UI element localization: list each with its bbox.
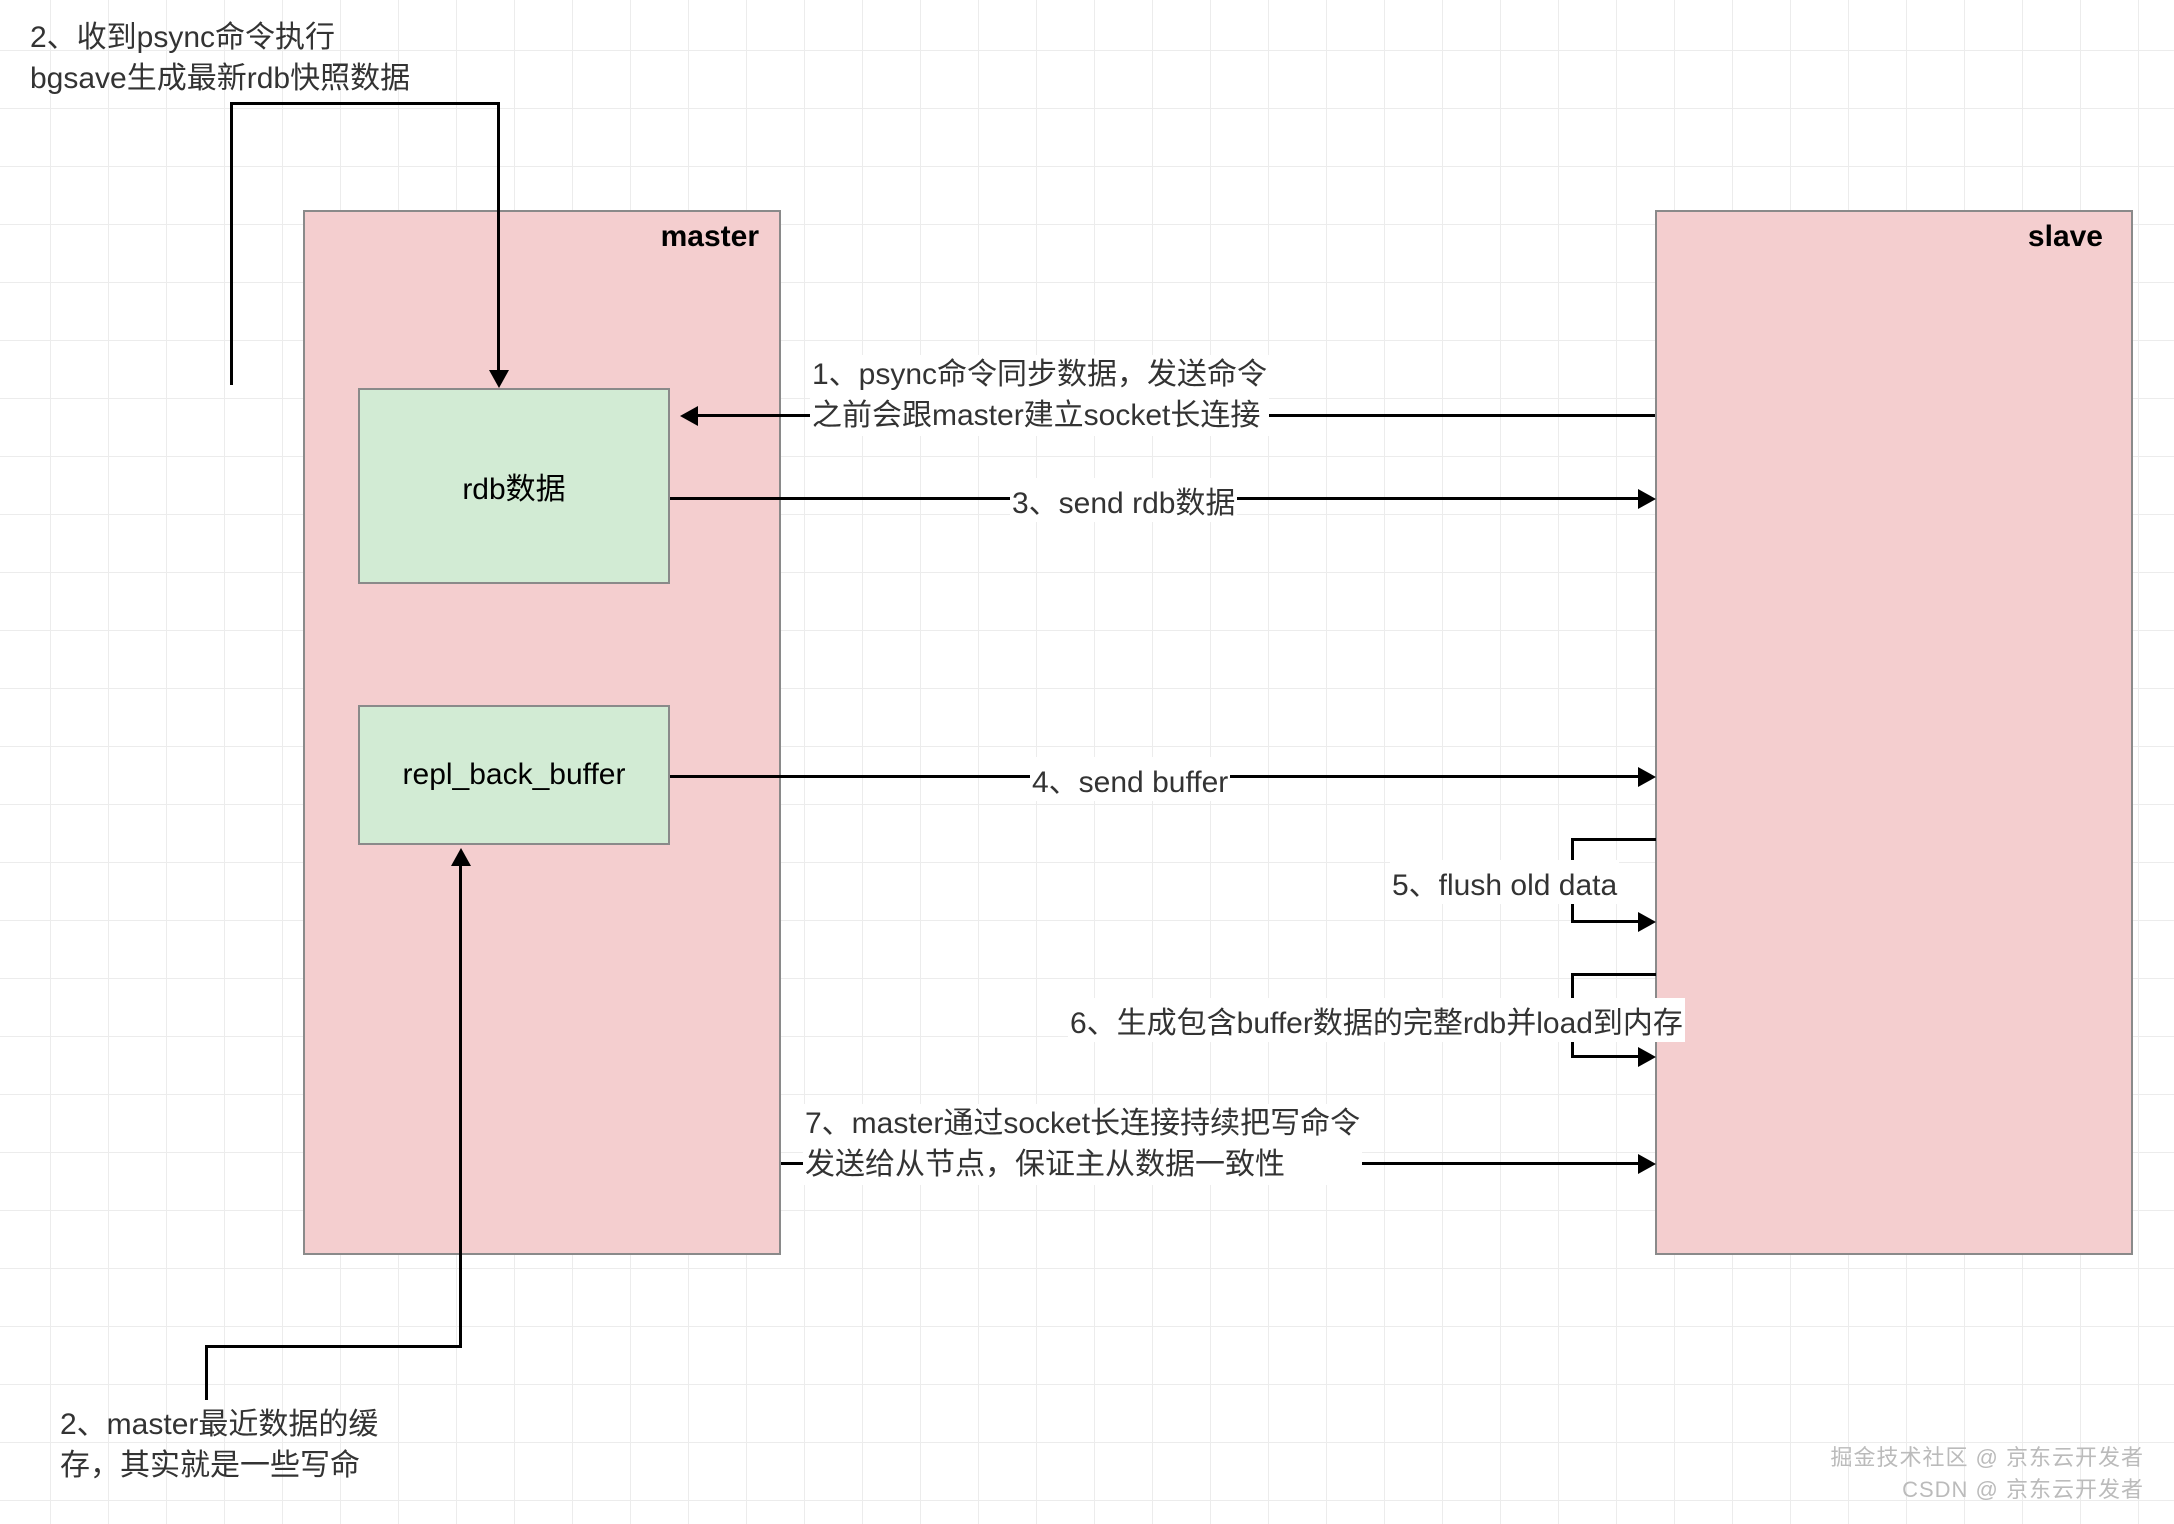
arrow-3-head (1638, 489, 1656, 509)
arrow-6-bot (1571, 1055, 1641, 1058)
arrow-2a-v1 (230, 105, 233, 385)
step7-line2: 发送给从节点，保证主从数据一致性 (805, 1145, 1360, 1186)
step3-annotation: 3、send rdb数据 (1010, 478, 1237, 522)
step6-annotation: 6、生成包含buffer数据的完整rdb并load到内存 (1068, 998, 1685, 1042)
arrow-5-bot (1571, 920, 1641, 923)
arrow-2a-h (230, 102, 500, 105)
master-title: master (661, 220, 759, 254)
slave-box: slave (1655, 210, 2133, 1255)
step2a-line2: bgsave生成最新rdb快照数据 (30, 59, 410, 100)
step2a-annotation: 2、收到psync命令执行 bgsave生成最新rdb快照数据 (28, 18, 412, 99)
step2b-line2: 存，其实就是一些写命 (60, 1446, 378, 1487)
arrow-5-top (1571, 838, 1656, 841)
step1-annotation: 1、psync命令同步数据，发送命令 之前会跟master建立socket长连接 (810, 355, 1269, 436)
rdb-data-box: rdb数据 (358, 388, 670, 584)
repl-back-buffer-box: repl_back_buffer (358, 705, 670, 845)
arrow-6-top (1571, 973, 1656, 976)
step1-line2: 之前会跟master建立socket长连接 (812, 396, 1267, 437)
step2b-line1: 2、master最近数据的缓 (60, 1405, 378, 1446)
arrow-1-head (680, 406, 698, 426)
step4-annotation: 4、send buffer (1030, 757, 1230, 801)
step1-line1: 1、psync命令同步数据，发送命令 (812, 355, 1267, 396)
rdb-label: rdb数据 (462, 464, 565, 508)
arrow-4-head (1638, 767, 1656, 787)
slave-title: slave (2028, 220, 2103, 254)
arrow-2b-head (451, 848, 471, 866)
arrow-5-head (1638, 912, 1656, 932)
arrow-2b-v1 (205, 1345, 208, 1400)
arrow-2a-v2 (497, 102, 500, 372)
arrow-2a-head (489, 370, 509, 388)
buffer-label: repl_back_buffer (403, 757, 626, 793)
step2a-line1: 2、收到psync命令执行 (30, 18, 410, 59)
watermark-juejin: 掘金技术社区 @ 京东云开发者 (1830, 1440, 2144, 1472)
step7-annotation: 7、master通过socket长连接持续把写命令 发送给从节点，保证主从数据一… (803, 1104, 1362, 1185)
arrow-2b-h (205, 1345, 462, 1348)
arrow-2b-v2 (459, 862, 462, 1347)
step2b-annotation: 2、master最近数据的缓 存，其实就是一些写命 (58, 1405, 380, 1486)
step5-annotation: 5、flush old data (1390, 860, 1619, 904)
arrow-6-head (1638, 1047, 1656, 1067)
step7-line1: 7、master通过socket长连接持续把写命令 (805, 1104, 1360, 1145)
arrow-7-head (1638, 1154, 1656, 1174)
watermark-csdn: CSDN @ 京东云开发者 (1902, 1472, 2144, 1504)
